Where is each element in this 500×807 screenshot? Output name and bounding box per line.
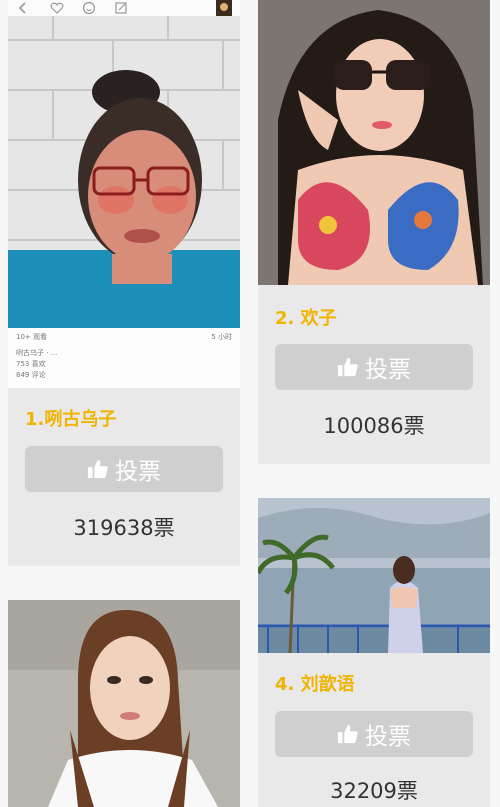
contestant-photo-4[interactable] [258, 498, 490, 653]
likes-text: 753 喜欢 [16, 360, 46, 368]
contestant-photo-1[interactable] [8, 0, 240, 328]
emoji-icon[interactable] [82, 1, 96, 15]
vote-button[interactable]: 投票 [275, 344, 473, 390]
contestant-card-4[interactable]: 4. 刘歆语 投票 32209票 [258, 498, 490, 807]
vote-button[interactable]: 投票 [275, 711, 473, 757]
avatar-icon[interactable] [216, 0, 232, 16]
comments-text: 849 评论 [16, 371, 46, 379]
contestant-card-3[interactable] [8, 600, 240, 807]
vote-count: 100086票 [323, 414, 425, 438]
contestant-name: 4. 刘歆语 [275, 674, 355, 695]
author-text: 咧古乌子 · ... [16, 349, 58, 357]
vote-count: 32209票 [330, 779, 418, 803]
back-icon[interactable] [16, 1, 30, 15]
thumbs-up-icon [87, 459, 108, 479]
photo-caption: 10+ 观看 5 小时 咧古乌子 · ... 753 喜欢 849 评论 [8, 328, 240, 388]
contestant-name: 1.咧古乌子 [25, 409, 117, 430]
top-toolbar [8, 0, 240, 16]
time-text: 5 小时 [211, 333, 232, 341]
heart-icon[interactable] [50, 1, 64, 15]
vote-count: 319638票 [73, 516, 175, 540]
thumbs-up-icon [337, 724, 358, 744]
contestant-card-1[interactable]: 10+ 观看 5 小时 咧古乌子 · ... 753 喜欢 849 评论 1.咧… [8, 0, 240, 566]
vote-button[interactable]: 投票 [25, 446, 223, 492]
vote-button-label: 投票 [365, 724, 411, 750]
vote-button-label: 投票 [365, 357, 411, 383]
contestant-name: 2. 欢子 [275, 308, 337, 329]
thumbs-up-icon [337, 357, 358, 377]
contestant-card-2[interactable]: 2. 欢子 投票 100086票 [258, 0, 490, 464]
views-text: 10+ 观看 [16, 333, 47, 341]
edit-icon[interactable] [114, 1, 128, 15]
contestant-photo-3[interactable] [8, 600, 240, 807]
contestant-photo-2[interactable] [258, 0, 490, 285]
vote-button-label: 投票 [115, 459, 161, 485]
